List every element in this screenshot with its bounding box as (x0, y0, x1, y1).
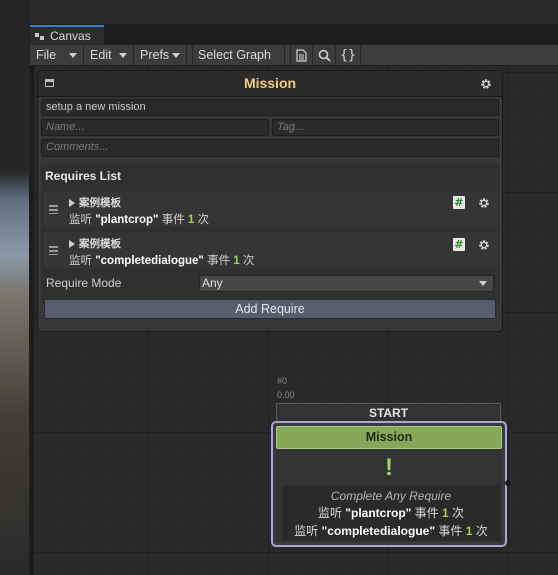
node-inspector-panel: Mission setup a new mission Name... Tag.… (37, 70, 503, 332)
file-dropdown-arrow-icon (69, 53, 77, 58)
req-prefix: 监听 (69, 214, 96, 226)
prefs-menu[interactable]: Prefs (134, 45, 187, 65)
require-mode-summary: Complete Any Require (330, 489, 452, 503)
inspector-title: Mission (243, 75, 297, 91)
req-event: "plantcrop" (95, 214, 159, 226)
drag-handle-icon[interactable] (49, 205, 58, 214)
chevron-down-icon (479, 281, 487, 286)
line-count: 1 (442, 506, 449, 520)
req-suffix: 次 (194, 214, 209, 226)
req-event: "completedialogue" (95, 255, 204, 267)
req-mid: 事件 (158, 214, 188, 226)
tab-canvas-label: Canvas (50, 29, 91, 43)
scene-background (0, 0, 30, 575)
expand-triangle-icon (69, 199, 75, 208)
require-summary-line: 监听 "completedialogue" 事件 1 次 (282, 522, 500, 539)
tab-strip: Canvas (30, 24, 558, 45)
document-icon (296, 48, 307, 62)
comments-field[interactable]: Comments... (41, 139, 499, 157)
output-port[interactable] (505, 480, 511, 486)
require-settings-gear-icon[interactable] (478, 239, 490, 251)
require-description: 监听 "completedialogue" 事件 1 次 (69, 252, 254, 268)
require-name-label: 案例模板 (79, 238, 121, 250)
edit-menu-label: Edit (90, 48, 112, 62)
line-mid: 事件 (435, 524, 466, 538)
canvas-tab-icon (34, 32, 46, 41)
requires-list-title: Requires List (45, 169, 122, 183)
prefs-menu-label: Prefs (140, 48, 170, 62)
search-icon (318, 49, 331, 62)
mission-node[interactable]: Mission ! Complete Any Require 监听 "plant… (271, 421, 507, 547)
expand-triangle-icon (69, 240, 75, 249)
search-button[interactable] (313, 45, 336, 65)
start-node-label[interactable]: START (276, 403, 501, 423)
node-time-label: 0.00 (277, 390, 295, 400)
file-menu[interactable]: File (30, 45, 84, 65)
document-button[interactable] (291, 45, 313, 65)
require-item[interactable]: 案例模板 监听 "completedialogue" 事件 1 次 # (43, 232, 498, 268)
require-name-label: 案例模板 (79, 197, 121, 209)
toolbar: File Edit Prefs Select Graph {} (30, 45, 558, 66)
require-mode-value: Any (202, 276, 223, 290)
inspector-settings-gear-icon[interactable] (480, 78, 492, 90)
line-mid: 事件 (411, 506, 443, 520)
line-event: "plantcrop" (345, 506, 412, 520)
tab-canvas[interactable]: Canvas (30, 25, 104, 45)
require-description: 监听 "plantcrop" 事件 1 次 (69, 211, 209, 227)
require-name[interactable]: 案例模板 (69, 236, 121, 251)
edit-dropdown-arrow-icon (119, 53, 127, 58)
node-id-label: #0 (277, 376, 288, 386)
name-field[interactable]: Name... (41, 119, 269, 136)
drag-handle-icon[interactable] (49, 246, 58, 255)
tag-field[interactable]: Tag... (272, 119, 499, 136)
prefs-dropdown-arrow-icon (172, 53, 180, 58)
require-mode-select[interactable]: Any (199, 275, 494, 292)
edit-menu[interactable]: Edit (84, 45, 134, 65)
line-suffix: 次 (448, 506, 465, 520)
braces-icon: {} (340, 47, 356, 63)
line-suffix: 次 (472, 524, 488, 538)
line-prefix: 监听 (294, 524, 322, 538)
req-suffix: 次 (239, 255, 255, 267)
line-prefix: 监听 (317, 506, 346, 520)
braces-button[interactable]: {} (336, 45, 361, 65)
exclamation-icon: ! (385, 454, 393, 481)
mission-node-info: Complete Any Require 监听 "plantcrop" 事件 1… (282, 485, 500, 541)
mission-node-title[interactable]: Mission (276, 426, 502, 449)
req-mid: 事件 (203, 255, 234, 267)
req-prefix: 监听 (69, 255, 96, 267)
require-mode-label: Require Mode (46, 276, 122, 290)
mission-node-body: ! Complete Any Require 监听 "plantcrop" 事件… (276, 449, 502, 542)
line-event: "completedialogue" (321, 524, 436, 538)
add-require-button[interactable]: Add Require (44, 299, 496, 319)
select-graph-label: Select Graph (198, 48, 271, 62)
canvas-edge (30, 66, 34, 575)
require-item[interactable]: 案例模板 监听 "plantcrop" 事件 1 次 # (43, 191, 498, 227)
select-graph-button[interactable]: Select Graph (193, 45, 285, 65)
script-icon[interactable]: # (453, 238, 465, 251)
require-settings-gear-icon[interactable] (478, 197, 490, 209)
file-menu-label: File (36, 48, 57, 62)
inspector-header[interactable]: Mission (38, 71, 502, 97)
require-name[interactable]: 案例模板 (69, 195, 121, 210)
require-summary-line: 监听 "plantcrop" 事件 1 次 (282, 504, 500, 521)
script-icon[interactable]: # (453, 196, 465, 209)
description-field[interactable]: setup a new mission (41, 99, 499, 116)
